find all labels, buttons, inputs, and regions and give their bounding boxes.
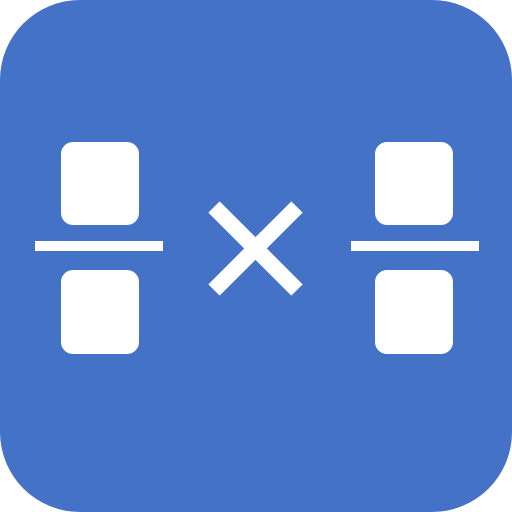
right-fraction-bar <box>351 241 479 251</box>
left-fraction-bar <box>35 241 163 251</box>
right-denominator-box <box>375 270 453 354</box>
right-numerator-box <box>375 142 453 225</box>
left-denominator-box <box>61 270 139 354</box>
icon-graphic <box>0 0 512 512</box>
fraction-multiplication-icon[interactable] <box>0 0 512 512</box>
left-numerator-box <box>61 142 139 225</box>
